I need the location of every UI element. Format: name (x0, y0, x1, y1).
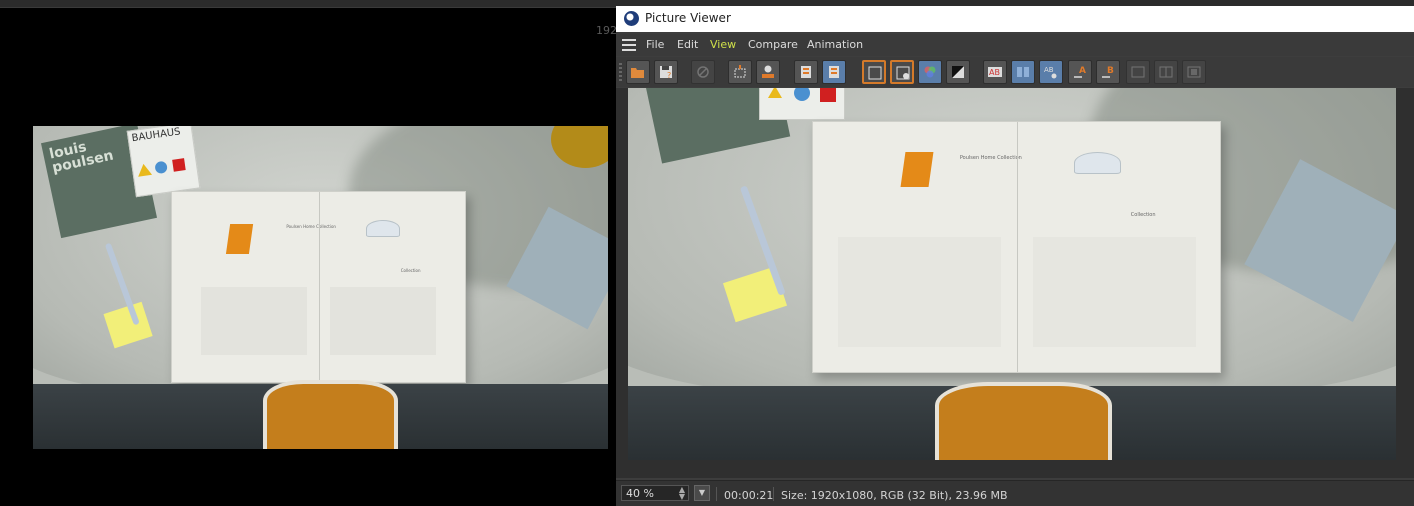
layers-button[interactable] (822, 60, 846, 84)
crop-region-icon (734, 65, 746, 78)
frame-eye-button[interactable] (890, 60, 914, 84)
split-view-icon (1017, 67, 1029, 77)
overlay-button[interactable] (1182, 60, 1206, 84)
yellow-triangle (767, 88, 782, 98)
frame-icon (868, 66, 882, 80)
table-lamp (365, 220, 400, 238)
red-square (819, 88, 836, 102)
difference-icon (1159, 66, 1173, 78)
zoom-dropdown-button[interactable]: ▼ (694, 485, 710, 501)
menu-edit[interactable]: Edit (677, 38, 698, 51)
svg-text:A: A (1079, 66, 1086, 76)
frame-view-button[interactable] (862, 60, 886, 84)
chair-back (263, 380, 398, 449)
bauhaus-book: BAUHAUS (126, 126, 201, 197)
frame-eye-icon (896, 66, 910, 80)
menu-bar: File Edit View Compare Animation (616, 34, 1414, 56)
viewport-render-image: louis poulsen BAUHAUS Poulsen Home Colle… (33, 126, 608, 449)
picture-viewer-image: Poulsen Home Collection Collection (628, 88, 1396, 460)
render-user-icon (762, 65, 774, 78)
toolbar-grip[interactable] (619, 63, 622, 81)
swap-icon (1131, 66, 1145, 78)
menu-file[interactable]: File (646, 38, 664, 51)
stop-render-button[interactable] (691, 60, 715, 84)
swap-button[interactable] (1126, 60, 1150, 84)
book-caption-left: Poulsen Home Collection (959, 154, 1022, 161)
menu-view[interactable]: View (710, 38, 736, 51)
set-a-icon: A (1074, 66, 1086, 78)
menu-animation[interactable]: Animation (807, 38, 863, 51)
status-divider (773, 487, 774, 501)
orange-chair (225, 223, 254, 255)
yellow-triangle (136, 162, 152, 177)
rgb-channels-icon (924, 66, 936, 78)
layers-icon (829, 66, 839, 78)
blue-circle (793, 88, 810, 101)
book-caption-right: Collection (400, 267, 421, 273)
svg-text:AB: AB (1044, 66, 1054, 74)
ab-eye-icon: AB (1044, 66, 1057, 79)
film-stack-icon (801, 66, 811, 78)
save-file-button[interactable]: ? (654, 60, 678, 84)
bauhaus-book (758, 88, 846, 120)
set-b-icon: B (1102, 66, 1114, 78)
stop-icon (697, 66, 709, 78)
ab-icon: AB (988, 67, 1002, 77)
window-title: Picture Viewer (645, 11, 731, 25)
hamburger-menu-icon[interactable] (622, 39, 636, 51)
status-divider (716, 487, 717, 501)
region-render-button[interactable] (728, 60, 752, 84)
timecode: 00:00:21 (724, 489, 774, 502)
chair-back (935, 381, 1113, 460)
menu-compare[interactable]: Compare (748, 38, 798, 51)
red-square (171, 158, 186, 172)
toolbar: ? AB AB A B (616, 57, 1414, 87)
render-active-object-button[interactable] (756, 60, 780, 84)
book-caption-right: Collection (1130, 212, 1156, 219)
book-photo-left (201, 286, 307, 356)
save-icon: ? (660, 66, 672, 80)
svg-text:B: B (1107, 66, 1114, 76)
table-lamp (1073, 152, 1121, 175)
compare-eye-button[interactable]: AB (1039, 60, 1063, 84)
background-label: 192 (596, 24, 617, 37)
contrast-button[interactable] (946, 60, 970, 84)
orange-chair (900, 152, 934, 188)
zoom-field[interactable]: 40 % ▲ ▼ (621, 485, 689, 501)
open-file-button[interactable] (626, 60, 650, 84)
compare-ab-button[interactable]: AB (983, 60, 1007, 84)
image-info: Size: 1920x1080, RGB (32 Bit), 23.96 MB (781, 489, 1008, 502)
compare-split-button[interactable] (1011, 60, 1035, 84)
title-bar: Picture Viewer (616, 6, 1414, 32)
book-photo-right (1033, 237, 1196, 347)
zoom-spinner-icon[interactable]: ▲ ▼ (679, 486, 685, 501)
open-book: Poulsen Home Collection Collection (812, 121, 1222, 373)
status-bar: 40 % ▲ ▼ ▼ 00:00:21 Size: 1920x1080, RGB … (616, 480, 1414, 506)
book-photo-left (837, 237, 1001, 347)
folder-open-icon (631, 68, 644, 78)
open-book: Poulsen Home Collection Collection (171, 190, 467, 384)
bauhaus-title: BAUHAUS (130, 126, 181, 145)
cinema4d-app-icon (624, 11, 639, 26)
svg-text:?: ? (667, 71, 671, 80)
contrast-icon (952, 66, 964, 78)
book-photo-right (330, 286, 436, 356)
zoom-value: 40 % (626, 487, 654, 500)
channels-button[interactable] (918, 60, 942, 84)
overlay-icon (1187, 66, 1201, 78)
set-a-button[interactable]: A (1068, 60, 1092, 84)
set-b-button[interactable]: B (1096, 60, 1120, 84)
blue-circle (154, 160, 168, 175)
book-caption-left: Poulsen Home Collection (286, 223, 336, 229)
svg-text:AB: AB (989, 68, 1000, 77)
history-button[interactable] (794, 60, 818, 84)
difference-button[interactable] (1154, 60, 1178, 84)
